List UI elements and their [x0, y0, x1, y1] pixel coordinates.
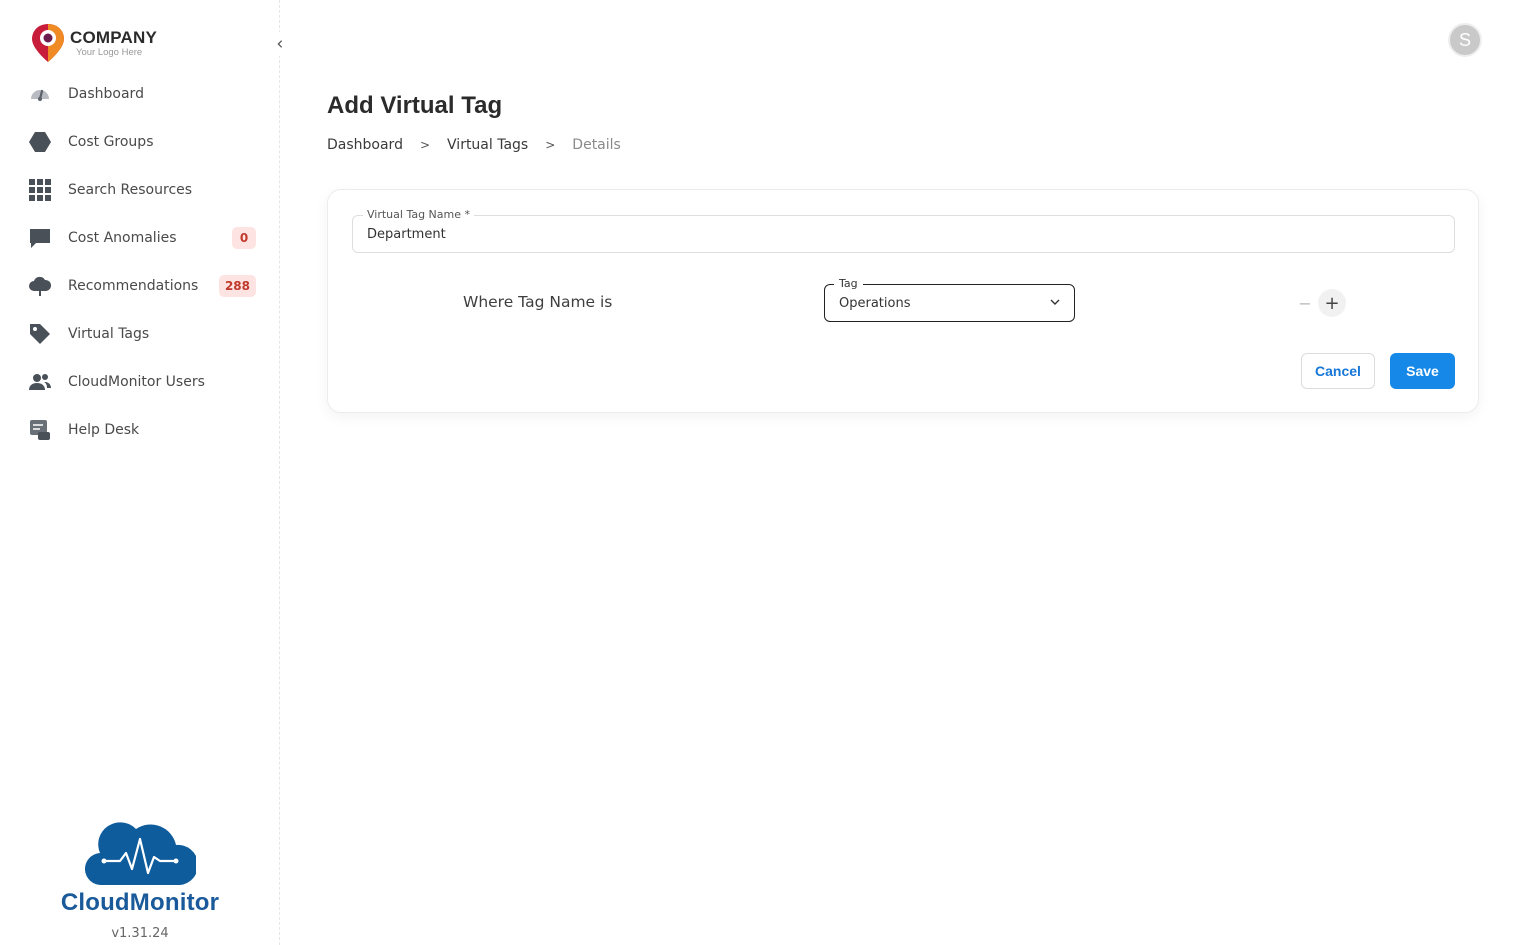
breadcrumb-dashboard[interactable]: Dashboard	[327, 137, 403, 153]
cloudmonitor-logo: CloudMonitor	[60, 815, 220, 917]
virtual-tag-form-card: Virtual Tag Name * Department Where Tag …	[327, 189, 1479, 413]
save-button[interactable]: Save	[1390, 353, 1455, 389]
chevron-down-icon	[1050, 299, 1060, 305]
location-pin-logo-icon	[32, 24, 64, 62]
sidebar-item-search-resources[interactable]: Search Resources	[0, 166, 280, 214]
gauge-icon	[28, 82, 52, 106]
virtual-tag-name-value: Department	[367, 227, 446, 242]
virtual-tag-name-label: Virtual Tag Name *	[363, 208, 475, 221]
virtual-tag-name-field[interactable]: Virtual Tag Name * Department	[352, 208, 1455, 253]
users-icon	[28, 370, 52, 394]
tag-select[interactable]: Tag Operations	[824, 277, 1075, 322]
breadcrumb-virtual-tags[interactable]: Virtual Tags	[447, 137, 528, 153]
breadcrumb-separator: >	[419, 138, 431, 152]
sidebar-item-virtual-tags[interactable]: Virtual Tags	[0, 310, 280, 358]
page-title: Add Virtual Tag	[327, 92, 503, 119]
tag-select-value: Operations	[839, 296, 911, 311]
chat-bubble-icon	[28, 226, 52, 250]
breadcrumb-details: Details	[572, 137, 621, 153]
user-avatar[interactable]: S	[1448, 23, 1482, 57]
chevron-left-icon	[277, 40, 283, 48]
sidebar-item-label: Dashboard	[68, 86, 144, 102]
hexagon-icon	[28, 130, 52, 154]
tag-select-label: Tag	[834, 277, 863, 290]
sidebar-item-label: Help Desk	[68, 422, 140, 438]
sidebar-item-cloudmonitor-users[interactable]: CloudMonitor Users	[0, 358, 280, 406]
grid-icon	[28, 178, 52, 202]
remove-condition-button[interactable]: −	[1296, 294, 1314, 313]
sidebar-item-label: Recommendations	[68, 278, 199, 294]
sidebar-item-label: Virtual Tags	[68, 326, 150, 342]
cost-anomalies-count-badge: 0	[232, 227, 256, 249]
where-tag-name-label: Where Tag Name is	[463, 293, 613, 311]
sidebar-item-cost-anomalies[interactable]: Cost Anomalies 0	[0, 214, 280, 262]
sidebar-item-label: Cost Groups	[68, 134, 154, 150]
app-version: v1.31.24	[111, 926, 169, 941]
helpdesk-icon	[28, 418, 52, 442]
add-condition-button[interactable]: +	[1318, 289, 1346, 317]
sidebar-item-recommendations[interactable]: Recommendations 288	[0, 262, 280, 310]
breadcrumb-separator: >	[545, 138, 556, 152]
tag-icon	[28, 322, 52, 346]
sidebar: COMPANY Your Logo Here Dashboard Cost Gr…	[0, 0, 280, 945]
logo-subtitle: Your Logo Here	[76, 46, 143, 58]
sidebar-item-label: Search Resources	[68, 182, 193, 198]
cloud-icon	[28, 274, 52, 298]
cloud-pulse-logo-icon	[85, 822, 196, 886]
sidebar-item-cost-groups[interactable]: Cost Groups	[0, 118, 280, 166]
product-name: CloudMonitor	[60, 889, 220, 916]
breadcrumb: Dashboard > Virtual Tags > Details	[327, 137, 621, 153]
company-logo[interactable]: COMPANY Your Logo Here	[30, 22, 157, 64]
recommendations-count-badge: 288	[218, 275, 256, 297]
sidebar-collapse-button[interactable]	[268, 32, 292, 56]
sidebar-item-help-desk[interactable]: Help Desk	[0, 406, 280, 454]
cancel-button[interactable]: Cancel	[1301, 353, 1375, 389]
sidebar-item-label: CloudMonitor Users	[68, 374, 205, 390]
sidebar-nav: Dashboard Cost Groups Search Resources C…	[0, 70, 280, 454]
sidebar-item-dashboard[interactable]: Dashboard	[0, 70, 280, 118]
sidebar-item-label: Cost Anomalies	[68, 230, 177, 246]
logo-title: COMPANY	[70, 27, 158, 47]
